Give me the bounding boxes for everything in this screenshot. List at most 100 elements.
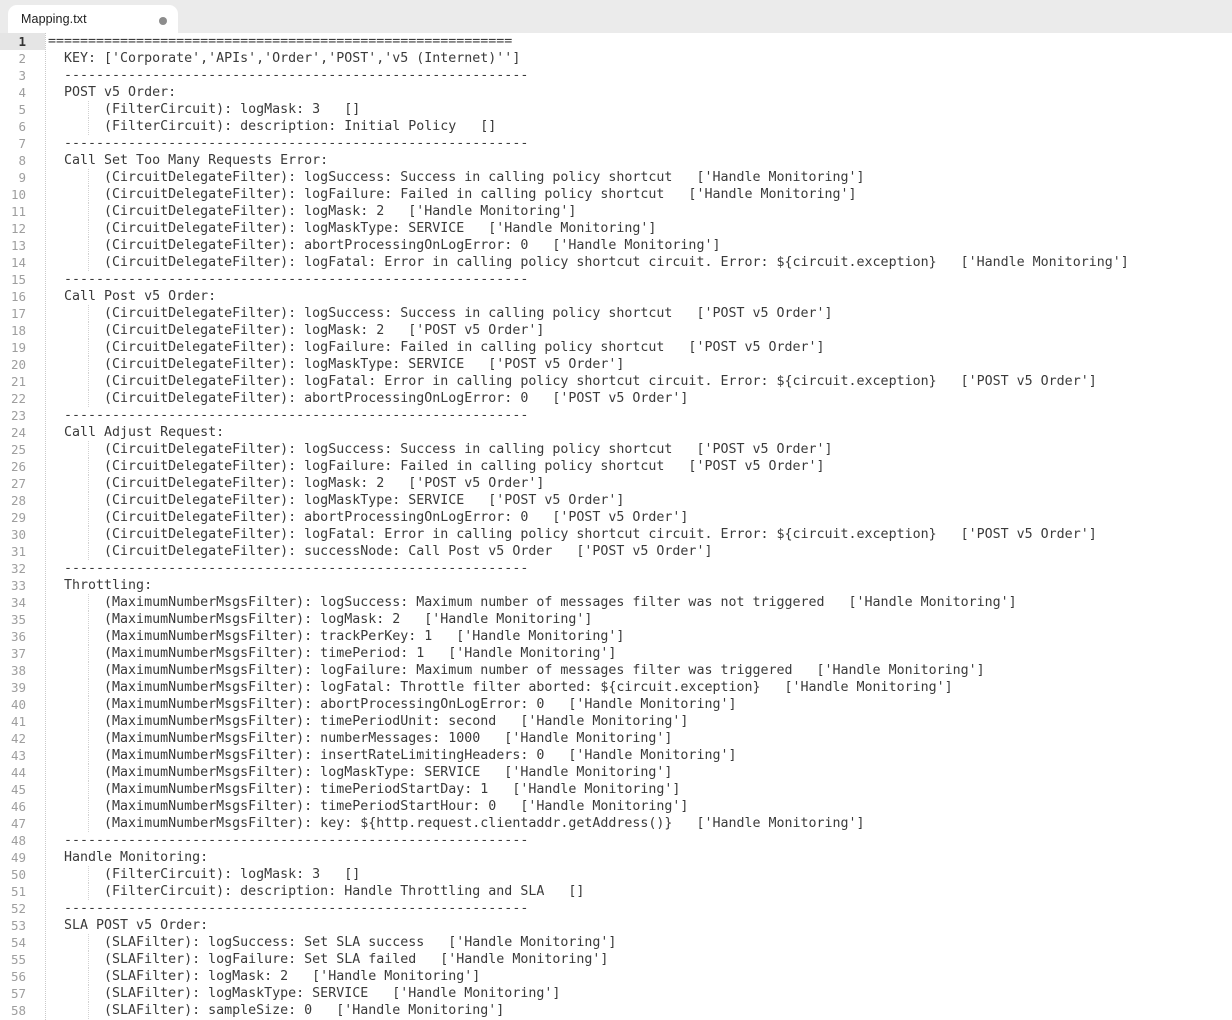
code-line: 7 --------------------------------------… bbox=[0, 135, 1232, 152]
line-number: 3 bbox=[0, 67, 45, 84]
line-number: 52 bbox=[0, 900, 45, 917]
line-number: 28 bbox=[0, 492, 45, 509]
code-line: 12 (CircuitDelegateFilter): logMaskType:… bbox=[0, 220, 1232, 237]
code-line: 52 -------------------------------------… bbox=[0, 900, 1232, 917]
code-text: (SLAFilter): logFailure: Set SLA failed … bbox=[48, 951, 608, 968]
line-number: 42 bbox=[0, 730, 45, 747]
code-text: (CircuitDelegateFilter): logFatal: Error… bbox=[48, 373, 1097, 390]
line-number: 16 bbox=[0, 288, 45, 305]
code-line: 17 (CircuitDelegateFilter): logSuccess: … bbox=[0, 305, 1232, 322]
line-number: 2 bbox=[0, 50, 45, 67]
line-number: 8 bbox=[0, 152, 45, 169]
line-number: 19 bbox=[0, 339, 45, 356]
editor-pane[interactable]: 1=======================================… bbox=[0, 33, 1232, 1020]
code-text: (CircuitDelegateFilter): logMask: 2 ['PO… bbox=[48, 475, 544, 492]
line-number: 18 bbox=[0, 322, 45, 339]
code-line: 29 (CircuitDelegateFilter): abortProcess… bbox=[0, 509, 1232, 526]
code-text: (CircuitDelegateFilter): abortProcessing… bbox=[48, 390, 688, 407]
code-text: (FilterCircuit): logMask: 3 [] bbox=[48, 866, 360, 883]
line-number: 15 bbox=[0, 271, 45, 288]
code-text: ----------------------------------------… bbox=[48, 271, 528, 288]
line-number: 54 bbox=[0, 934, 45, 951]
line-number: 17 bbox=[0, 305, 45, 322]
line-number: 44 bbox=[0, 764, 45, 781]
tab-title: Mapping.txt bbox=[21, 12, 87, 26]
code-line: 3 --------------------------------------… bbox=[0, 67, 1232, 84]
tab-bar: Mapping.txt bbox=[0, 0, 1232, 33]
text-editor-window: Mapping.txt 1===========================… bbox=[0, 0, 1232, 1020]
code-text: (CircuitDelegateFilter): logMaskType: SE… bbox=[48, 220, 656, 237]
code-line: 27 (CircuitDelegateFilter): logMask: 2 [… bbox=[0, 475, 1232, 492]
code-line: 58 (SLAFilter): sampleSize: 0 ['Handle M… bbox=[0, 1002, 1232, 1019]
line-number: 25 bbox=[0, 441, 45, 458]
code-text: (CircuitDelegateFilter): logFatal: Error… bbox=[48, 254, 1129, 271]
code-text: (FilterCircuit): logMask: 3 [] bbox=[48, 101, 360, 118]
code-text: (CircuitDelegateFilter): logSuccess: Suc… bbox=[48, 441, 833, 458]
code-text: (SLAFilter): logMaskType: SERVICE ['Hand… bbox=[48, 985, 560, 1002]
code-line: 47 (MaximumNumberMsgsFilter): key: ${htt… bbox=[0, 815, 1232, 832]
code-text: (MaximumNumberMsgsFilter): timePeriod: 1… bbox=[48, 645, 616, 662]
code-text: Call Adjust Request: bbox=[48, 424, 224, 441]
code-text: ----------------------------------------… bbox=[48, 560, 528, 577]
code-text: ----------------------------------------… bbox=[48, 135, 528, 152]
line-number: 36 bbox=[0, 628, 45, 645]
code-line: 35 (MaximumNumberMsgsFilter): logMask: 2… bbox=[0, 611, 1232, 628]
code-line: 41 (MaximumNumberMsgsFilter): timePeriod… bbox=[0, 713, 1232, 730]
code-text: (CircuitDelegateFilter): successNode: Ca… bbox=[48, 543, 712, 560]
line-number: 55 bbox=[0, 951, 45, 968]
tab-mapping-txt[interactable]: Mapping.txt bbox=[8, 5, 178, 33]
line-number: 7 bbox=[0, 135, 45, 152]
code-line: 18 (CircuitDelegateFilter): logMask: 2 [… bbox=[0, 322, 1232, 339]
line-number: 34 bbox=[0, 594, 45, 611]
code-line: 19 (CircuitDelegateFilter): logFailure: … bbox=[0, 339, 1232, 356]
code-text: Throttling: bbox=[48, 577, 152, 594]
code-line: 14 (CircuitDelegateFilter): logFatal: Er… bbox=[0, 254, 1232, 271]
line-number: 5 bbox=[0, 101, 45, 118]
code-line: 51 (FilterCircuit): description: Handle … bbox=[0, 883, 1232, 900]
code-line: 50 (FilterCircuit): logMask: 3 [] bbox=[0, 866, 1232, 883]
code-text: (SLAFilter): logSuccess: Set SLA success… bbox=[48, 934, 616, 951]
line-number: 48 bbox=[0, 832, 45, 849]
code-line: 26 (CircuitDelegateFilter): logFailure: … bbox=[0, 458, 1232, 475]
line-number: 53 bbox=[0, 917, 45, 934]
code-text: (MaximumNumberMsgsFilter): timePeriodSta… bbox=[48, 781, 680, 798]
line-number: 57 bbox=[0, 985, 45, 1002]
line-number: 37 bbox=[0, 645, 45, 662]
code-text: (FilterCircuit): description: Handle Thr… bbox=[48, 883, 584, 900]
code-text: (MaximumNumberMsgsFilter): timePeriodUni… bbox=[48, 713, 688, 730]
code-line: 25 (CircuitDelegateFilter): logSuccess: … bbox=[0, 441, 1232, 458]
code-text: SLA POST v5 Order: bbox=[48, 917, 208, 934]
line-number: 56 bbox=[0, 968, 45, 985]
code-text: (MaximumNumberMsgsFilter): logMask: 2 ['… bbox=[48, 611, 592, 628]
line-number: 49 bbox=[0, 849, 45, 866]
code-line: 30 (CircuitDelegateFilter): logFatal: Er… bbox=[0, 526, 1232, 543]
line-number: 40 bbox=[0, 696, 45, 713]
line-number: 39 bbox=[0, 679, 45, 696]
code-line: 32 -------------------------------------… bbox=[0, 560, 1232, 577]
line-number: 4 bbox=[0, 84, 45, 101]
code-text: ----------------------------------------… bbox=[48, 832, 528, 849]
code-text: (MaximumNumberMsgsFilter): insertRateLim… bbox=[48, 747, 736, 764]
code-text: (CircuitDelegateFilter): logFatal: Error… bbox=[48, 526, 1097, 543]
line-number: 20 bbox=[0, 356, 45, 373]
code-line: 48 -------------------------------------… bbox=[0, 832, 1232, 849]
code-line: 1=======================================… bbox=[0, 33, 1232, 50]
code-line: 6 (FilterCircuit): description: Initial … bbox=[0, 118, 1232, 135]
line-number: 24 bbox=[0, 424, 45, 441]
line-number: 47 bbox=[0, 815, 45, 832]
line-number: 27 bbox=[0, 475, 45, 492]
line-number: 26 bbox=[0, 458, 45, 475]
gutter-separator bbox=[45, 33, 46, 1020]
code-line: 34 (MaximumNumberMsgsFilter): logSuccess… bbox=[0, 594, 1232, 611]
code-text: (CircuitDelegateFilter): logSuccess: Suc… bbox=[48, 169, 865, 186]
code-line: 49 Handle Monitoring: bbox=[0, 849, 1232, 866]
code-line: 36 (MaximumNumberMsgsFilter): trackPerKe… bbox=[0, 628, 1232, 645]
line-number: 22 bbox=[0, 390, 45, 407]
line-number: 58 bbox=[0, 1002, 45, 1019]
code-line: 46 (MaximumNumberMsgsFilter): timePeriod… bbox=[0, 798, 1232, 815]
code-text: (SLAFilter): sampleSize: 0 ['Handle Moni… bbox=[48, 1002, 504, 1019]
code-text: (CircuitDelegateFilter): logMask: 2 ['Ha… bbox=[48, 203, 576, 220]
code-text: (FilterCircuit): description: Initial Po… bbox=[48, 118, 496, 135]
line-number: 11 bbox=[0, 203, 45, 220]
code-line: 56 (SLAFilter): logMask: 2 ['Handle Moni… bbox=[0, 968, 1232, 985]
